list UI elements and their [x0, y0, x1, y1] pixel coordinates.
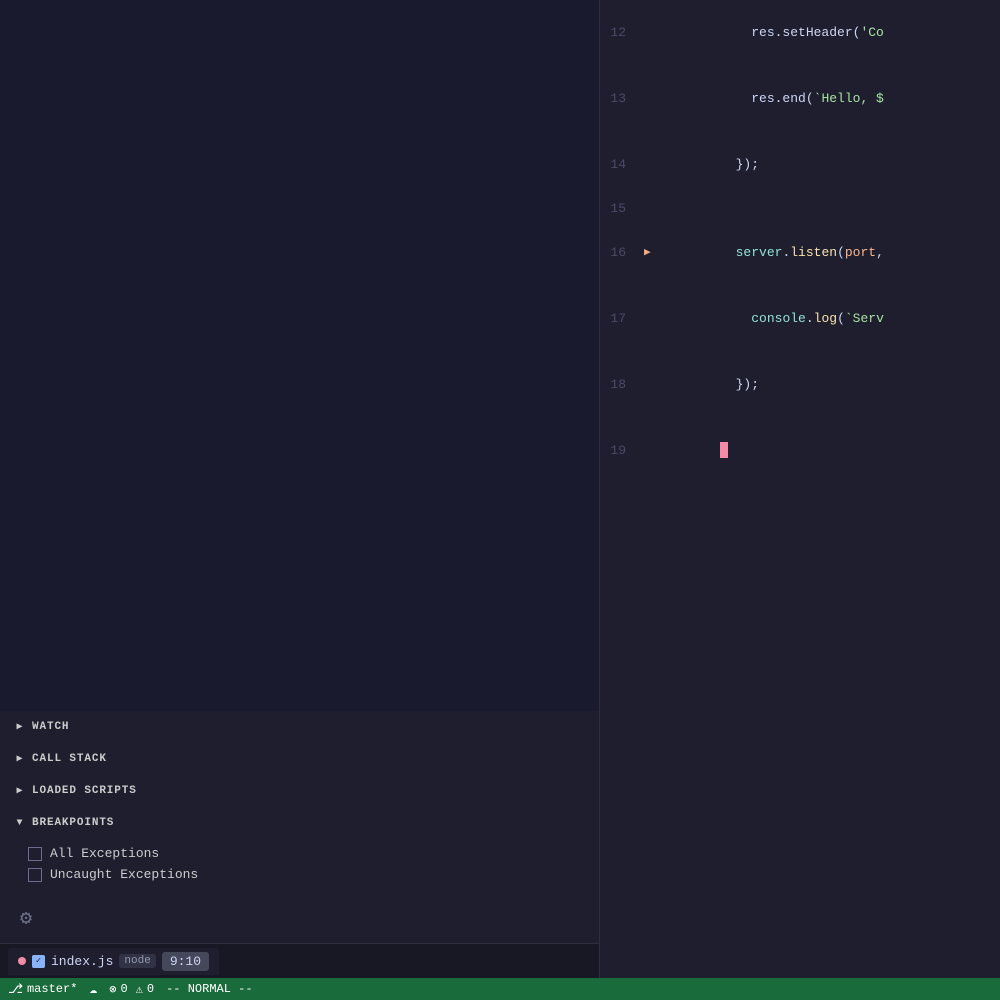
line-code-14: });	[642, 132, 1000, 198]
uncaught-exceptions-item[interactable]: Uncaught Exceptions	[28, 864, 599, 885]
line-code-19	[642, 418, 1000, 484]
call-stack-label: CALL STACK	[32, 753, 107, 765]
breakpoint-dot	[18, 957, 26, 965]
code-line-19: 19	[600, 418, 1000, 484]
line-code-16: server.listen(port,	[642, 220, 1000, 286]
settings-icon[interactable]: ⚙	[12, 904, 40, 932]
line-col-info: 9:10	[162, 952, 209, 971]
git-branch[interactable]: ⎇ master*	[8, 982, 77, 997]
line-num-19: 19	[600, 440, 642, 462]
uncaught-exceptions-label: Uncaught Exceptions	[50, 867, 198, 882]
call-stack-chevron: ▶	[12, 751, 28, 767]
runtime-badge: node	[119, 954, 155, 968]
sidebar-top-area	[0, 0, 599, 711]
line-code-18: });	[642, 352, 1000, 418]
breakpoints-label: BREAKPOINTS	[32, 817, 114, 829]
code-content: 12 res.setHeader('Co 13 res.end(`Hello, …	[600, 0, 1000, 484]
wifi-icon-area: ☁	[89, 982, 97, 997]
errors-area: ⊗ 0 ⚠ 0	[109, 982, 154, 997]
watch-section-header[interactable]: ▶ WATCH	[0, 711, 599, 743]
vim-mode: -- NORMAL --	[166, 982, 252, 996]
file-tab-bar: ✓ index.js node 9:10	[0, 943, 599, 978]
all-exceptions-checkbox[interactable]	[28, 847, 42, 861]
checked-icon: ✓	[32, 955, 45, 968]
code-line-17: 17 console.log(`Serv	[600, 286, 1000, 352]
call-stack-section-header[interactable]: ▶ CALL STACK	[0, 743, 599, 775]
line-num-18: 18	[600, 374, 642, 396]
loaded-scripts-chevron: ▶	[12, 783, 28, 799]
line-code-13: res.end(`Hello, $	[642, 66, 1000, 132]
line-num-17: 17	[600, 308, 642, 330]
error-icon: ⊗	[109, 982, 116, 997]
git-icon: ⎇	[8, 982, 23, 997]
line-num-16: 16	[600, 242, 642, 264]
debug-arrow-icon: ▶	[644, 242, 651, 264]
loaded-scripts-label: LOADED SCRIPTS	[32, 785, 137, 797]
debug-sections: ▶ WATCH ▶ CALL STACK ▶ LOADED SCRIPTS ▼ …	[0, 711, 599, 893]
loaded-scripts-section-header[interactable]: ▶ LOADED SCRIPTS	[0, 775, 599, 807]
breakpoints-chevron: ▼	[12, 815, 28, 831]
index-js-tab[interactable]: ✓ index.js node 9:10	[8, 948, 219, 975]
warning-count: 0	[147, 982, 154, 996]
watch-chevron: ▶	[12, 719, 28, 735]
text-cursor	[720, 442, 728, 458]
all-exceptions-label: All Exceptions	[50, 846, 159, 861]
line-num-12: 12	[600, 22, 642, 44]
line-num-14: 14	[600, 154, 642, 176]
code-editor: 12 res.setHeader('Co 13 res.end(`Hello, …	[600, 0, 1000, 978]
code-line-12: 12 res.setHeader('Co	[600, 0, 1000, 66]
branch-name: master*	[27, 982, 77, 996]
code-line-14: 14 });	[600, 132, 1000, 198]
line-code-17: console.log(`Serv	[642, 286, 1000, 352]
debug-sidebar: ▶ WATCH ▶ CALL STACK ▶ LOADED SCRIPTS ▼ …	[0, 0, 600, 978]
line-code-15	[642, 198, 1000, 220]
code-line-18: 18 });	[600, 352, 1000, 418]
watch-label: WATCH	[32, 721, 69, 733]
uncaught-exceptions-checkbox[interactable]	[28, 868, 42, 882]
code-line-16: 16 ▶ server.listen(port,	[600, 220, 1000, 286]
warning-icon: ⚠	[136, 982, 143, 997]
breakpoints-section-header[interactable]: ▼ BREAKPOINTS	[0, 807, 599, 839]
all-exceptions-item[interactable]: All Exceptions	[28, 843, 599, 864]
status-bar: ⎇ master* ☁ ⊗ 0 ⚠ 0 -- NORMAL --	[0, 978, 1000, 1000]
line-num-15: 15	[600, 198, 642, 220]
vim-mode-label: -- NORMAL --	[166, 982, 252, 996]
error-count: 0	[120, 982, 127, 996]
line-num-13: 13	[600, 88, 642, 110]
line-code-12: res.setHeader('Co	[642, 0, 1000, 66]
code-line-15: 15	[600, 198, 1000, 220]
wifi-icon: ☁	[89, 982, 97, 997]
tab-filename: index.js	[51, 954, 113, 969]
settings-area: ⚙	[0, 893, 599, 943]
breakpoints-content: All Exceptions Uncaught Exceptions	[0, 839, 599, 889]
code-line-13: 13 res.end(`Hello, $	[600, 66, 1000, 132]
